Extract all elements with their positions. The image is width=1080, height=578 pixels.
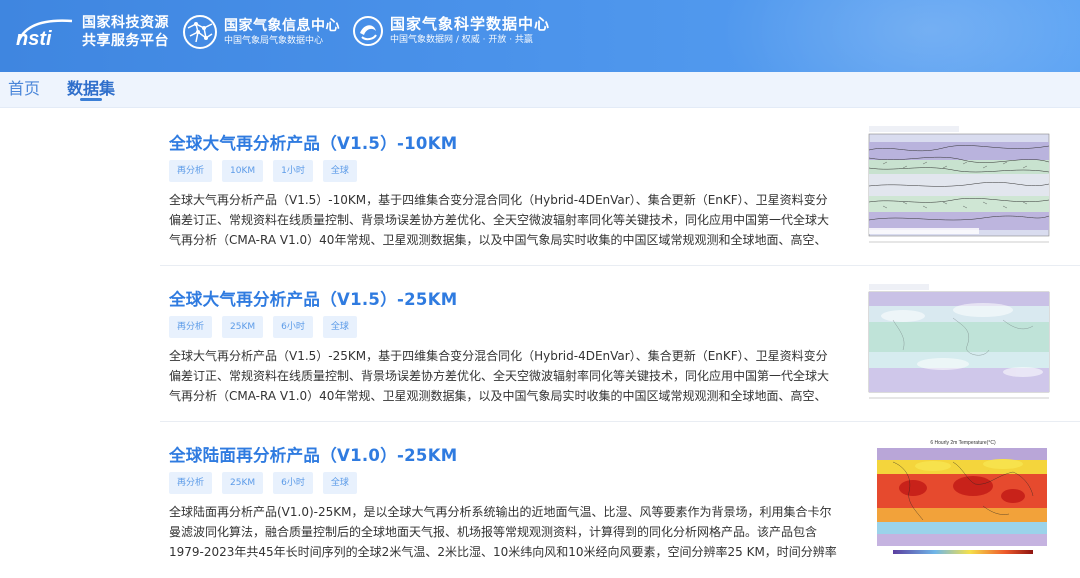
tag-coverage: 全球 bbox=[322, 316, 357, 338]
logo-2-subtitle: 中国气象局气象数据中心 bbox=[224, 35, 324, 46]
tag-frequency: 6小时 bbox=[273, 316, 313, 338]
site-header: nsti 国家科技资源 共享服务平台 国家气象信息中心 中国气象局气象数据中心 … bbox=[0, 0, 1080, 72]
svg-text:nsti: nsti bbox=[16, 28, 52, 49]
tag-type: 再分析 bbox=[169, 316, 213, 338]
dataset-tags: 再分析 10KM 1小时 全球 bbox=[169, 160, 357, 182]
tag-frequency: 1小时 bbox=[273, 160, 313, 182]
dataset-card[interactable]: 全球大气再分析产品（V1.5）-25KM 再分析 25KM 6小时 全球 全球大… bbox=[160, 266, 1080, 422]
logo-1-line-1: 国家科技资源 bbox=[82, 15, 169, 31]
nstr-logo[interactable]: nsti 国家科技资源 共享服务平台 bbox=[14, 14, 169, 50]
logo-2-title: 国家气象信息中心 bbox=[224, 17, 340, 34]
tag-resolution: 25KM bbox=[222, 316, 264, 338]
nmic-logo-icon bbox=[183, 15, 217, 49]
tag-resolution: 25KM bbox=[222, 472, 264, 494]
tag-frequency: 6小时 bbox=[273, 472, 313, 494]
dataset-description: 全球大气再分析产品（V1.5）-25KM，基于四维集合变分混合同化（Hybrid… bbox=[169, 349, 830, 403]
nav-active-indicator bbox=[80, 98, 102, 101]
header-glow bbox=[720, 0, 1080, 72]
dataset-card[interactable]: 全球陆面再分析产品（V1.0）-25KM 再分析 25KM 6小时 全球 全球陆… bbox=[160, 422, 1080, 578]
land-temperature-map-thumbnail[interactable]: 6 Hourly 2m Temperature(°C) bbox=[863, 436, 1053, 562]
dataset-description: 全球大气再分析产品（V1.5）-10KM，基于四维集合变分混合同化（Hybrid… bbox=[169, 193, 830, 247]
ncc-logo[interactable]: 国家气象科学数据中心 中国气象数据网 / 权威 · 开放 · 共赢 bbox=[352, 14, 550, 47]
tag-type: 再分析 bbox=[169, 160, 213, 182]
tag-resolution: 10KM bbox=[222, 160, 264, 182]
main-nav: 首页 数据集 bbox=[0, 72, 1080, 108]
dataset-title[interactable]: 全球大气再分析产品（V1.5）-25KM bbox=[169, 286, 458, 310]
dataset-title[interactable]: 全球陆面再分析产品（V1.0）-25KM bbox=[169, 442, 458, 466]
dataset-tags: 再分析 25KM 6小时 全球 bbox=[169, 472, 357, 494]
logo-1-line-2: 共享服务平台 bbox=[82, 33, 169, 49]
nav-home[interactable]: 首页 bbox=[8, 78, 40, 100]
dataset-card[interactable]: 全球大气再分析产品（V1.5）-10KM 再分析 10KM 1小时 全球 全球大… bbox=[160, 110, 1080, 266]
dataset-description: 全球陆面再分析产品(V1.0)-25KM，是以全球大气再分析系统输出的近地面气温… bbox=[169, 505, 837, 559]
logo-3-title: 国家气象科学数据中心 bbox=[390, 15, 551, 33]
tag-coverage: 全球 bbox=[322, 472, 357, 494]
logo-3-subtitle: 中国气象数据网 / 权威 · 开放 · 共赢 bbox=[390, 35, 533, 45]
tag-coverage: 全球 bbox=[322, 160, 357, 182]
nsti-logo-icon: nsti bbox=[16, 19, 73, 49]
thumb-title: 6 Hourly 2m Temperature(°C) bbox=[930, 440, 996, 446]
ncc-logo-icon bbox=[353, 15, 383, 46]
dataset-title[interactable]: 全球大气再分析产品（V1.5）-10KM bbox=[169, 130, 458, 154]
dataset-tags: 再分析 25KM 6小时 全球 bbox=[169, 316, 357, 338]
nmic-logo[interactable]: 国家气象信息中心 中国气象局气象数据中心 bbox=[182, 14, 340, 50]
nav-datasets[interactable]: 数据集 bbox=[67, 78, 115, 100]
wind-field-map-thumbnail[interactable] bbox=[863, 124, 1053, 250]
tag-type: 再分析 bbox=[169, 472, 213, 494]
temperature-field-map-thumbnail[interactable] bbox=[863, 280, 1053, 406]
